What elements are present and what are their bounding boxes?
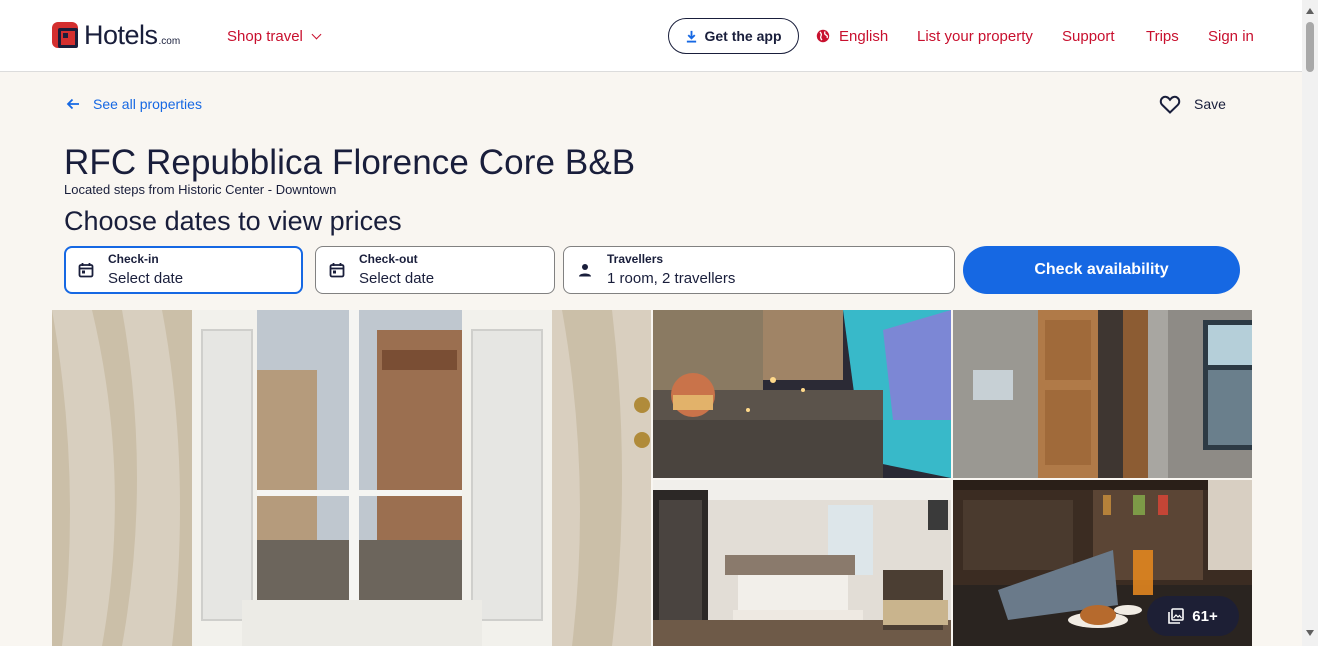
get-the-app-button[interactable]: Get the app — [668, 18, 799, 54]
support-link[interactable]: Support — [1062, 28, 1115, 45]
see-all-properties-link[interactable]: See all properties — [66, 96, 202, 112]
hotels-logo[interactable]: Hotels .com — [52, 20, 181, 50]
check-in-label: Check-in — [108, 252, 159, 266]
save-button[interactable]: Save — [1158, 92, 1226, 116]
scroll-up-arrow-icon[interactable] — [1306, 8, 1314, 14]
gallery-icon — [1168, 608, 1185, 624]
travellers-field[interactable]: Travellers 1 room, 2 travellers — [563, 246, 955, 294]
shop-travel-menu[interactable]: Shop travel — [227, 28, 322, 45]
photo-count-button[interactable]: 61+ — [1147, 596, 1239, 636]
check-out-value: Select date — [359, 270, 435, 287]
piazza-night-image — [653, 310, 951, 478]
property-location: Located steps from Historic Center - Dow… — [64, 182, 337, 197]
get-the-app-label: Get the app — [704, 28, 782, 44]
check-availability-button[interactable]: Check availability — [963, 246, 1240, 294]
check-out-label: Check-out — [359, 252, 418, 266]
language-link[interactable]: English — [839, 28, 888, 45]
scroll-down-arrow-icon[interactable] — [1306, 630, 1314, 636]
person-icon — [579, 264, 591, 277]
photo-entrance-door[interactable] — [953, 310, 1252, 478]
travellers-value: 1 room, 2 travellers — [607, 270, 736, 287]
globe-icon — [816, 29, 830, 43]
check-in-field[interactable]: Check-in Select date — [64, 246, 303, 294]
travellers-label: Travellers — [607, 252, 664, 266]
photo-piazza-night[interactable] — [653, 310, 951, 478]
page-scrollbar[interactable] — [1302, 0, 1318, 646]
logo-suffix: .com — [158, 36, 181, 47]
trips-link[interactable]: Trips — [1146, 28, 1179, 45]
property-title: RFC Repubblica Florence Core B&B — [64, 143, 636, 182]
photo-count-label: 61+ — [1192, 607, 1218, 625]
download-icon — [687, 30, 697, 43]
calendar-icon — [329, 263, 345, 278]
scroll-thumb[interactable] — [1306, 22, 1314, 72]
bedroom-image — [653, 480, 951, 646]
shop-travel-label: Shop travel — [227, 28, 303, 45]
entrance-door-image — [953, 310, 1252, 478]
calendar-icon — [78, 263, 94, 278]
main-photo-window-view[interactable] — [52, 310, 651, 646]
check-out-field[interactable]: Check-out Select date — [315, 246, 555, 294]
logo-text: Hotels — [84, 20, 158, 50]
top-header: Hotels .com Shop travel Get the app Engl… — [0, 0, 1302, 72]
list-your-property-link[interactable]: List your property — [917, 28, 1033, 45]
arrow-left-icon — [66, 98, 79, 110]
window-view-image — [52, 310, 651, 646]
check-in-value: Select date — [108, 270, 184, 287]
sign-in-link[interactable]: Sign in — [1208, 28, 1254, 45]
logo-mark-icon — [52, 22, 78, 48]
dates-heading: Choose dates to view prices — [64, 206, 402, 236]
see-all-properties-label: See all properties — [93, 96, 202, 112]
save-label: Save — [1194, 96, 1226, 112]
chevron-down-icon — [311, 29, 322, 40]
heart-icon — [1159, 95, 1181, 114]
photo-bedroom[interactable] — [653, 480, 951, 646]
